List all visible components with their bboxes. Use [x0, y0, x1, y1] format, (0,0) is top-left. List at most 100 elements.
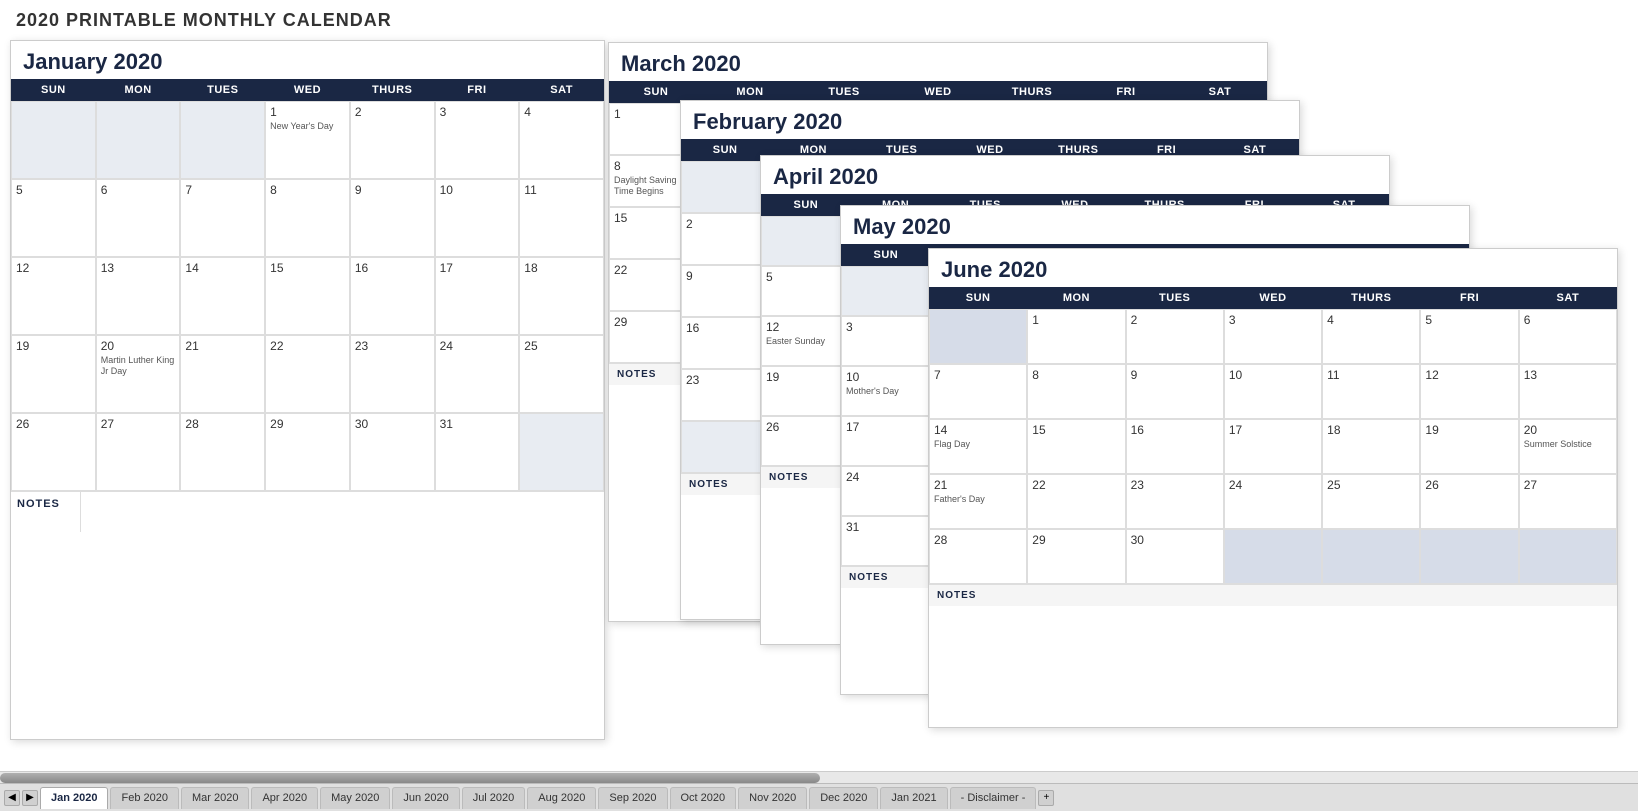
tab-jan-2021[interactable]: Jan 2021	[880, 787, 947, 809]
tab-jun-2020[interactable]: Jun 2020	[392, 787, 459, 809]
january-calendar: January 2020 SUN MON TUES WED THURS FRI …	[10, 40, 605, 740]
table-row: 19	[1420, 419, 1518, 474]
jan-notes-label: NOTES	[11, 492, 81, 532]
table-row	[1322, 529, 1420, 584]
jan-header: SUN MON TUES WED THURS FRI SAT	[11, 79, 604, 101]
tab-nov-2020[interactable]: Nov 2020	[738, 787, 807, 809]
tab-add-button[interactable]: +	[1038, 790, 1054, 806]
tab-jan-2020[interactable]: Jan 2020	[40, 787, 108, 809]
table-row: 21 Father's Day	[929, 474, 1027, 529]
tab-disclaimer[interactable]: - Disclaimer -	[950, 787, 1037, 809]
table-row: 26	[1420, 474, 1518, 529]
table-row: 31	[841, 516, 931, 566]
table-row	[1519, 529, 1617, 584]
tab-bar: ◀ ▶ Jan 2020 Feb 2020 Mar 2020 Apr 2020 …	[0, 783, 1638, 811]
table-row: 13	[96, 257, 181, 335]
table-row: 11	[519, 179, 604, 257]
jan-notes-content	[81, 492, 604, 532]
table-row: 12	[11, 257, 96, 335]
table-row: 22	[1027, 474, 1125, 529]
table-row: 28	[180, 413, 265, 491]
table-row: 15	[265, 257, 350, 335]
table-row: 10	[1224, 364, 1322, 419]
tab-aug-2020[interactable]: Aug 2020	[527, 787, 596, 809]
table-row: 9	[681, 265, 769, 317]
table-row: 25	[1322, 474, 1420, 529]
jan-hdr-fri: FRI	[435, 79, 520, 101]
tab-apr-2020[interactable]: Apr 2020	[251, 787, 318, 809]
table-row	[519, 413, 604, 491]
table-row: 16	[681, 317, 769, 369]
table-row: 7	[929, 364, 1027, 419]
table-row: 17	[841, 416, 931, 466]
table-row: 17	[435, 257, 520, 335]
table-row: 9	[1126, 364, 1224, 419]
tab-may-2020[interactable]: May 2020	[320, 787, 390, 809]
tab-mar-2020[interactable]: Mar 2020	[181, 787, 249, 809]
table-row: 31	[435, 413, 520, 491]
table-row: 13	[1519, 364, 1617, 419]
tab-oct-2020[interactable]: Oct 2020	[670, 787, 737, 809]
table-row: 20 Summer Solstice	[1519, 419, 1617, 474]
table-row: 27	[96, 413, 181, 491]
table-row: 2	[681, 213, 769, 265]
jan-grid: 1 New Year's Day 2 3 4 5 6 7 8 9 10 11 1…	[11, 101, 604, 491]
tab-prev-button[interactable]: ◀	[4, 790, 20, 806]
table-row: 24	[841, 466, 931, 516]
table-row: 30	[350, 413, 435, 491]
tab-next-button[interactable]: ▶	[22, 790, 38, 806]
tab-sep-2020[interactable]: Sep 2020	[598, 787, 667, 809]
jun-grid: 1 2 3 4 5 6 7 8 9 10 11 12 13 14 Flag Da…	[929, 309, 1617, 584]
table-row: 12	[1420, 364, 1518, 419]
table-row: 30	[1126, 529, 1224, 584]
tab-feb-2020[interactable]: Feb 2020	[110, 787, 178, 809]
table-row: 24	[435, 335, 520, 413]
table-row: 16	[350, 257, 435, 335]
table-row: 2	[1126, 309, 1224, 364]
table-row: 12 Easter Sunday	[761, 316, 851, 366]
table-row: 9	[350, 179, 435, 257]
jun-notes-label: NOTES	[929, 584, 1617, 606]
mar-title: March 2020	[609, 43, 1267, 81]
table-row: 6	[96, 179, 181, 257]
table-row	[1420, 529, 1518, 584]
page-title: 2020 PRINTABLE MONTHLY CALENDAR	[0, 0, 1638, 35]
table-row: 14 Flag Day	[929, 419, 1027, 474]
table-row: 10	[435, 179, 520, 257]
table-row: 5	[761, 266, 851, 316]
table-row	[1224, 529, 1322, 584]
tab-dec-2020[interactable]: Dec 2020	[809, 787, 878, 809]
table-row: 23	[350, 335, 435, 413]
horizontal-scrollbar[interactable]	[0, 771, 1638, 783]
table-row: 4	[1322, 309, 1420, 364]
table-row: 21	[180, 335, 265, 413]
table-row	[929, 309, 1027, 364]
table-row: 5	[1420, 309, 1518, 364]
table-row	[841, 266, 931, 316]
table-row: 5	[11, 179, 96, 257]
jan-hdr-sat: SAT	[519, 79, 604, 101]
table-row: 28	[929, 529, 1027, 584]
table-row: 22	[265, 335, 350, 413]
table-row	[681, 161, 769, 213]
table-row	[180, 101, 265, 179]
table-row: 23	[681, 369, 769, 421]
table-row	[11, 101, 96, 179]
table-row: 2	[350, 101, 435, 179]
jun-header: SUN MON TUES WED THURS FRI SAT	[929, 287, 1617, 309]
table-row: 25	[519, 335, 604, 413]
table-row	[681, 421, 769, 473]
table-row: 1 New Year's Day	[265, 101, 350, 179]
scrollbar-thumb[interactable]	[0, 773, 820, 783]
jan-hdr-mon: MON	[96, 79, 181, 101]
table-row	[96, 101, 181, 179]
table-row: 3	[1224, 309, 1322, 364]
table-row: 8	[1027, 364, 1125, 419]
jan-notes: NOTES	[11, 491, 604, 532]
table-row: 24	[1224, 474, 1322, 529]
tab-jul-2020[interactable]: Jul 2020	[462, 787, 526, 809]
table-row: 3	[841, 316, 931, 366]
table-row: 11	[1322, 364, 1420, 419]
table-row: 19	[11, 335, 96, 413]
jan-title: January 2020	[11, 41, 604, 79]
